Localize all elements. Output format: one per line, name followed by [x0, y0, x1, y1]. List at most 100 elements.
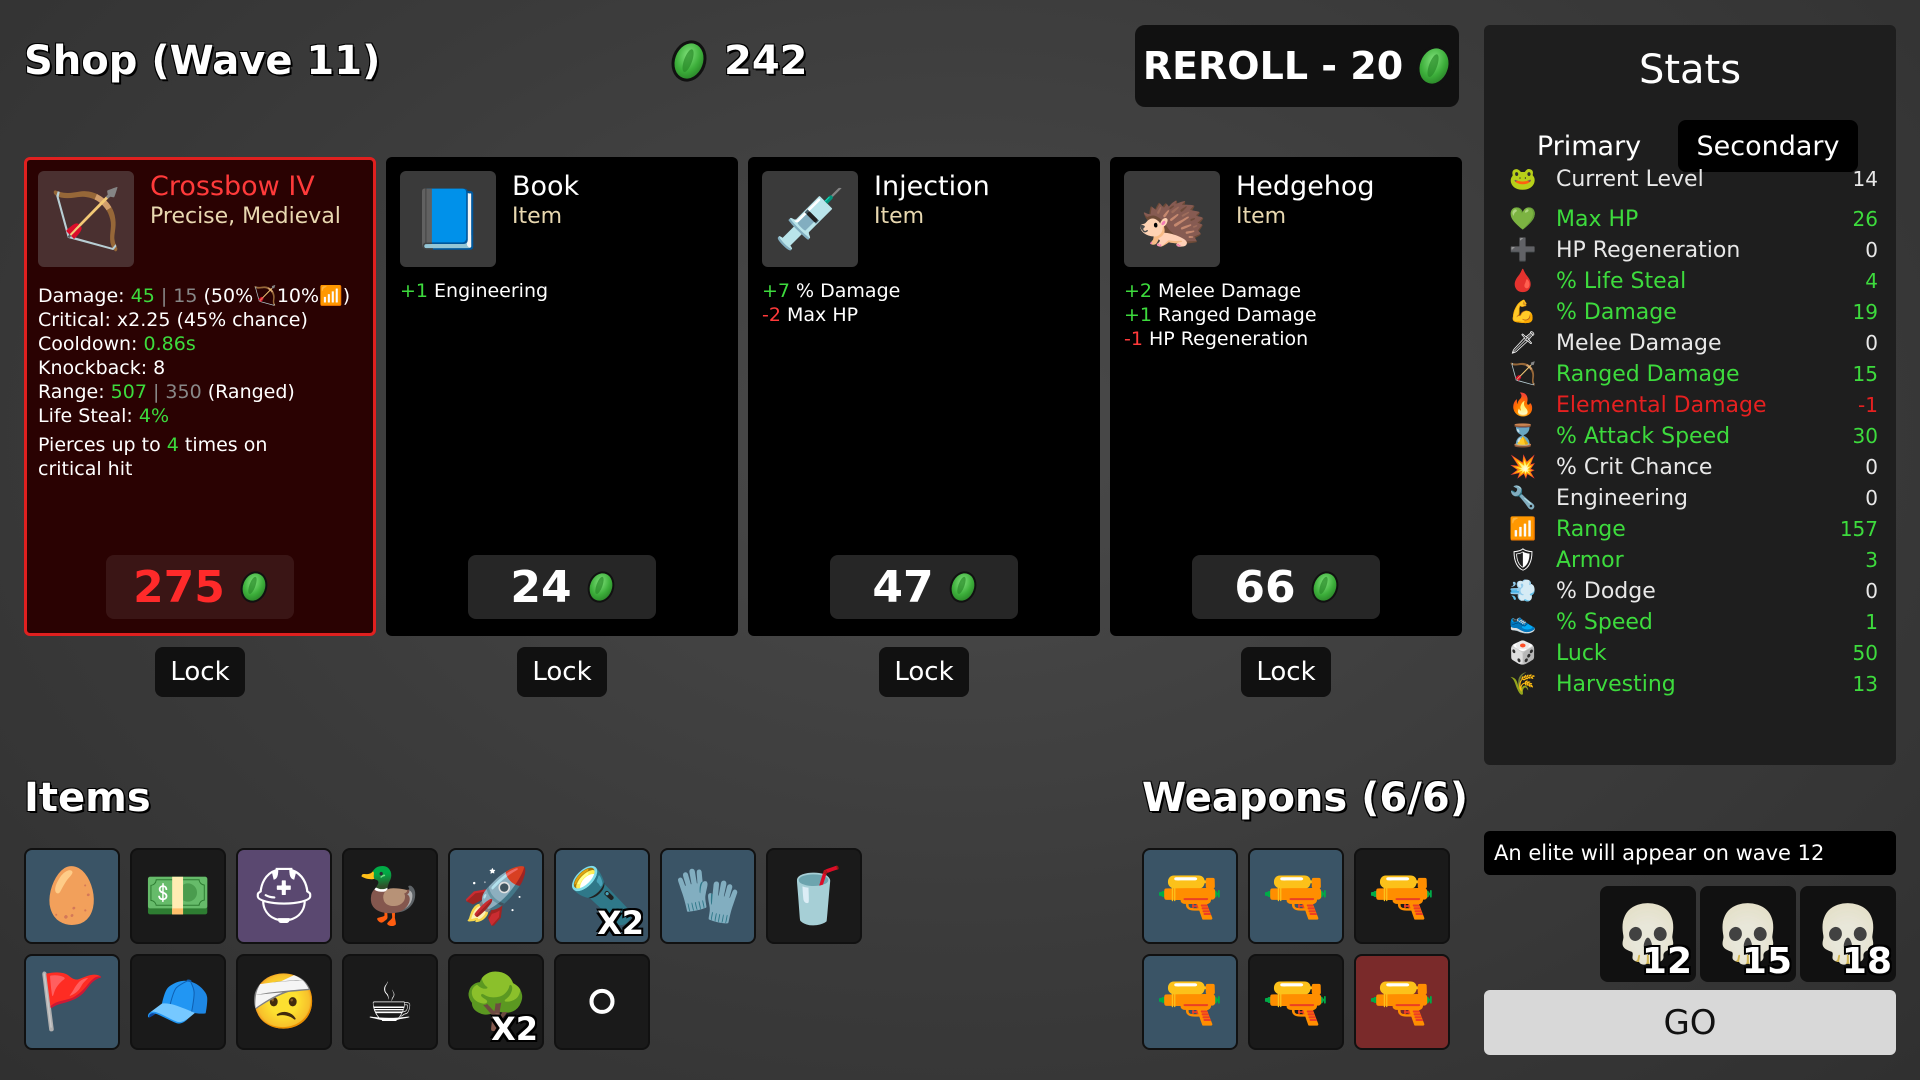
stat-row[interactable]: 👟 % Speed 1: [1508, 607, 1878, 637]
weapon-stat-line: Critical: x2.25 (45% chance): [38, 308, 350, 332]
stat-extra: 8: [153, 357, 166, 379]
stat-value: 14: [1852, 167, 1878, 191]
stats-panel: Stats Primary Secondary 🐸 Current Level 14…: [1484, 25, 1896, 765]
weapons-title: Weapons (6/6): [1142, 775, 1468, 821]
weapon-note: Pierces up to 4 times on critical hit: [38, 433, 298, 481]
stat-row[interactable]: 🐸 Current Level 14: [1508, 164, 1878, 194]
stat-label: % Speed: [1556, 609, 1653, 635]
stat-row[interactable]: 🛡 Armor 3: [1508, 545, 1878, 575]
stat-row[interactable]: 💨 % Dodge 0: [1508, 576, 1878, 606]
stat-value: 4: [1865, 269, 1878, 293]
weapon-slot[interactable]: 🔫: [1142, 954, 1238, 1050]
shop-card[interactable]: 🦔 Hedgehog Item +2 Melee Damage +1 Ranged Da…: [1110, 157, 1462, 636]
stat-extra: (Ranged): [201, 381, 295, 403]
effect-amount: +1: [400, 280, 429, 302]
stat-row[interactable]: 🔧 Engineering 0: [1508, 483, 1878, 513]
effect-line: +2 Melee Damage: [1124, 279, 1317, 303]
life-steal-icon: 🩸: [1509, 268, 1537, 294]
effect-text: Max HP: [780, 304, 859, 326]
inventory-item[interactable]: 🥚: [24, 848, 120, 944]
lock-button[interactable]: Lock: [517, 647, 607, 697]
weapon-stat-line: Cooldown: 0.86s: [38, 332, 350, 356]
stat-row[interactable]: ➕ HP Regeneration 0: [1508, 235, 1878, 265]
lock-button[interactable]: Lock: [1241, 647, 1331, 697]
price-button[interactable]: 275: [106, 555, 294, 619]
boot-icon: 👟: [1509, 609, 1537, 635]
stat-row[interactable]: 🩸 % Life Steal 4: [1508, 266, 1878, 296]
shop-card[interactable]: 📘 Book Item +1 Engineering 24: [386, 157, 738, 636]
stat-label: Elemental Damage: [1556, 392, 1767, 418]
effect-amount: +1: [1124, 304, 1153, 326]
gold-amount: 242: [724, 38, 808, 84]
card-name: Book: [512, 171, 580, 202]
stat-base-value: 350: [165, 381, 202, 403]
elite-wave: 💀 12: [1600, 886, 1696, 982]
level-icon: 🐸: [1509, 166, 1537, 192]
stat-separator: |: [146, 381, 166, 403]
inventory-item[interactable]: ☕: [342, 954, 438, 1050]
inventory-item[interactable]: 🌳 X2: [448, 954, 544, 1050]
lock-button[interactable]: Lock: [879, 647, 969, 697]
price-button[interactable]: 47: [830, 555, 1018, 619]
inventory-item[interactable]: 💵: [130, 848, 226, 944]
material-coin-icon: [236, 567, 272, 607]
stat-row[interactable]: 🌾 Harvesting 13: [1508, 669, 1878, 699]
price-button[interactable]: 24: [468, 555, 656, 619]
card-name: Crossbow IV: [150, 171, 315, 202]
stat-label: % Damage: [1556, 299, 1677, 325]
inventory-item[interactable]: ⚪: [554, 954, 650, 1050]
effect-text: % Damage: [790, 280, 901, 302]
weapon-slot[interactable]: 🔫: [1248, 954, 1344, 1050]
weapon-slot[interactable]: 🔫: [1354, 954, 1450, 1050]
price-button[interactable]: 66: [1192, 555, 1380, 619]
inventory-item[interactable]: 🔦 X2: [554, 848, 650, 944]
inventory-item[interactable]: 🤕: [236, 954, 332, 1050]
shop-title: Shop (Wave 11): [24, 38, 381, 84]
weapon-slot[interactable]: 🔫: [1354, 848, 1450, 944]
reroll-button[interactable]: REROLL - 20: [1135, 25, 1459, 107]
weapon-stat-line: Range: 507 | 350 (Ranged): [38, 380, 350, 404]
stat-row[interactable]: 📶 Range 157: [1508, 514, 1878, 544]
stats-title: Stats: [1638, 47, 1742, 93]
stat-label: Life Steal:: [38, 405, 139, 427]
lock-button[interactable]: Lock: [155, 647, 245, 697]
inventory-item[interactable]: 🚩: [24, 954, 120, 1050]
card-name: Hedgehog: [1236, 171, 1375, 202]
shop-card[interactable]: 🏹 Crossbow IV Precise, Medieval Damage: 45 …: [24, 157, 376, 636]
stat-row[interactable]: ⌛ % Attack Speed 30: [1508, 421, 1878, 451]
item-icon: 🥤: [780, 864, 848, 927]
inventory-item[interactable]: 🧢: [130, 954, 226, 1050]
item-icon: 🧢: [144, 970, 212, 1033]
inventory-item[interactable]: 🧤: [660, 848, 756, 944]
stat-row[interactable]: 🗡 Melee Damage 0: [1508, 328, 1878, 358]
weapon-slot[interactable]: 🔫: [1248, 848, 1344, 944]
stat-label: Melee Damage: [1556, 330, 1722, 356]
go-button[interactable]: GO: [1484, 990, 1896, 1055]
stat-row[interactable]: 🏹 Ranged Damage 15: [1508, 359, 1878, 389]
stat-extra: x2.25 (45% chance): [116, 309, 308, 331]
stat-label: % Attack Speed: [1556, 423, 1731, 449]
stat-row[interactable]: 💚 Max HP 26: [1508, 204, 1878, 234]
elite-wave-number: 18: [1841, 941, 1892, 982]
stat-label: Luck: [1556, 640, 1607, 666]
inventory-item[interactable]: ⛑: [236, 848, 332, 944]
stat-row[interactable]: 🎲 Luck 50: [1508, 638, 1878, 668]
stat-label: Ranged Damage: [1556, 361, 1740, 387]
inventory-item[interactable]: 🚀: [448, 848, 544, 944]
crossbow-icon: 🔫: [1368, 864, 1436, 927]
shop-card[interactable]: 💉 Injection Item +7 % Damage -2 Max HP 47: [748, 157, 1100, 636]
stat-row[interactable]: 💪 % Damage 19: [1508, 297, 1878, 327]
card-effects: +1 Engineering: [400, 279, 548, 303]
stat-row[interactable]: 🔥 Elemental Damage -1: [1508, 390, 1878, 420]
item-count: X2: [491, 1010, 538, 1048]
weapon-slot[interactable]: 🔫: [1142, 848, 1238, 944]
effect-text: Melee Damage: [1152, 280, 1302, 302]
elite-wave: 💀 15: [1700, 886, 1796, 982]
material-coin-icon: [944, 567, 981, 607]
stat-label: % Dodge: [1556, 578, 1656, 604]
stat-row[interactable]: 💥 % Crit Chance 0: [1508, 452, 1878, 482]
stat-label: Armor: [1556, 547, 1624, 573]
inventory-item[interactable]: 🥤: [766, 848, 862, 944]
inventory-item[interactable]: 🦆: [342, 848, 438, 944]
range-icon: 📶: [1509, 516, 1537, 542]
